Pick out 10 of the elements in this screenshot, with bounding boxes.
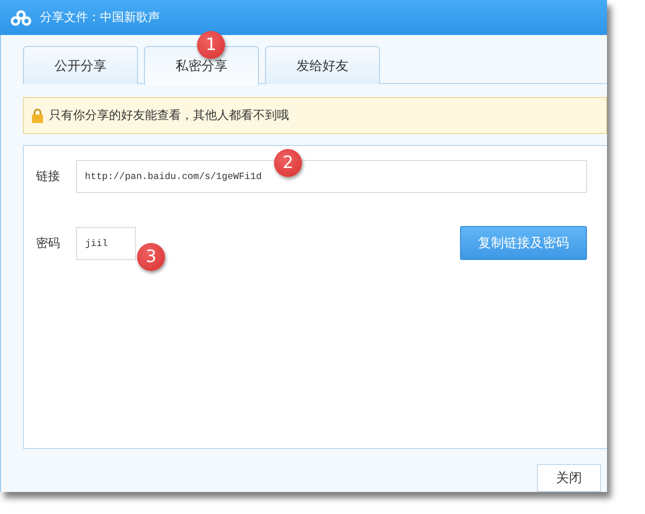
- cloud-logo-icon: [10, 10, 32, 26]
- field-label: 密码: [36, 234, 61, 252]
- tab[interactable]: 发给好友: [265, 46, 380, 84]
- close-button[interactable]: 关闭: [537, 464, 601, 492]
- field-label: 链接: [36, 168, 61, 185]
- notice-text: 只有你分享的好友能查看，其他人都看不到哦: [49, 107, 289, 124]
- window-title: 分享文件：中国新歌声: [40, 9, 160, 26]
- tab[interactable]: 公开分享: [23, 46, 138, 84]
- lock-icon: [32, 108, 43, 123]
- password-field[interactable]: jiil: [76, 226, 136, 260]
